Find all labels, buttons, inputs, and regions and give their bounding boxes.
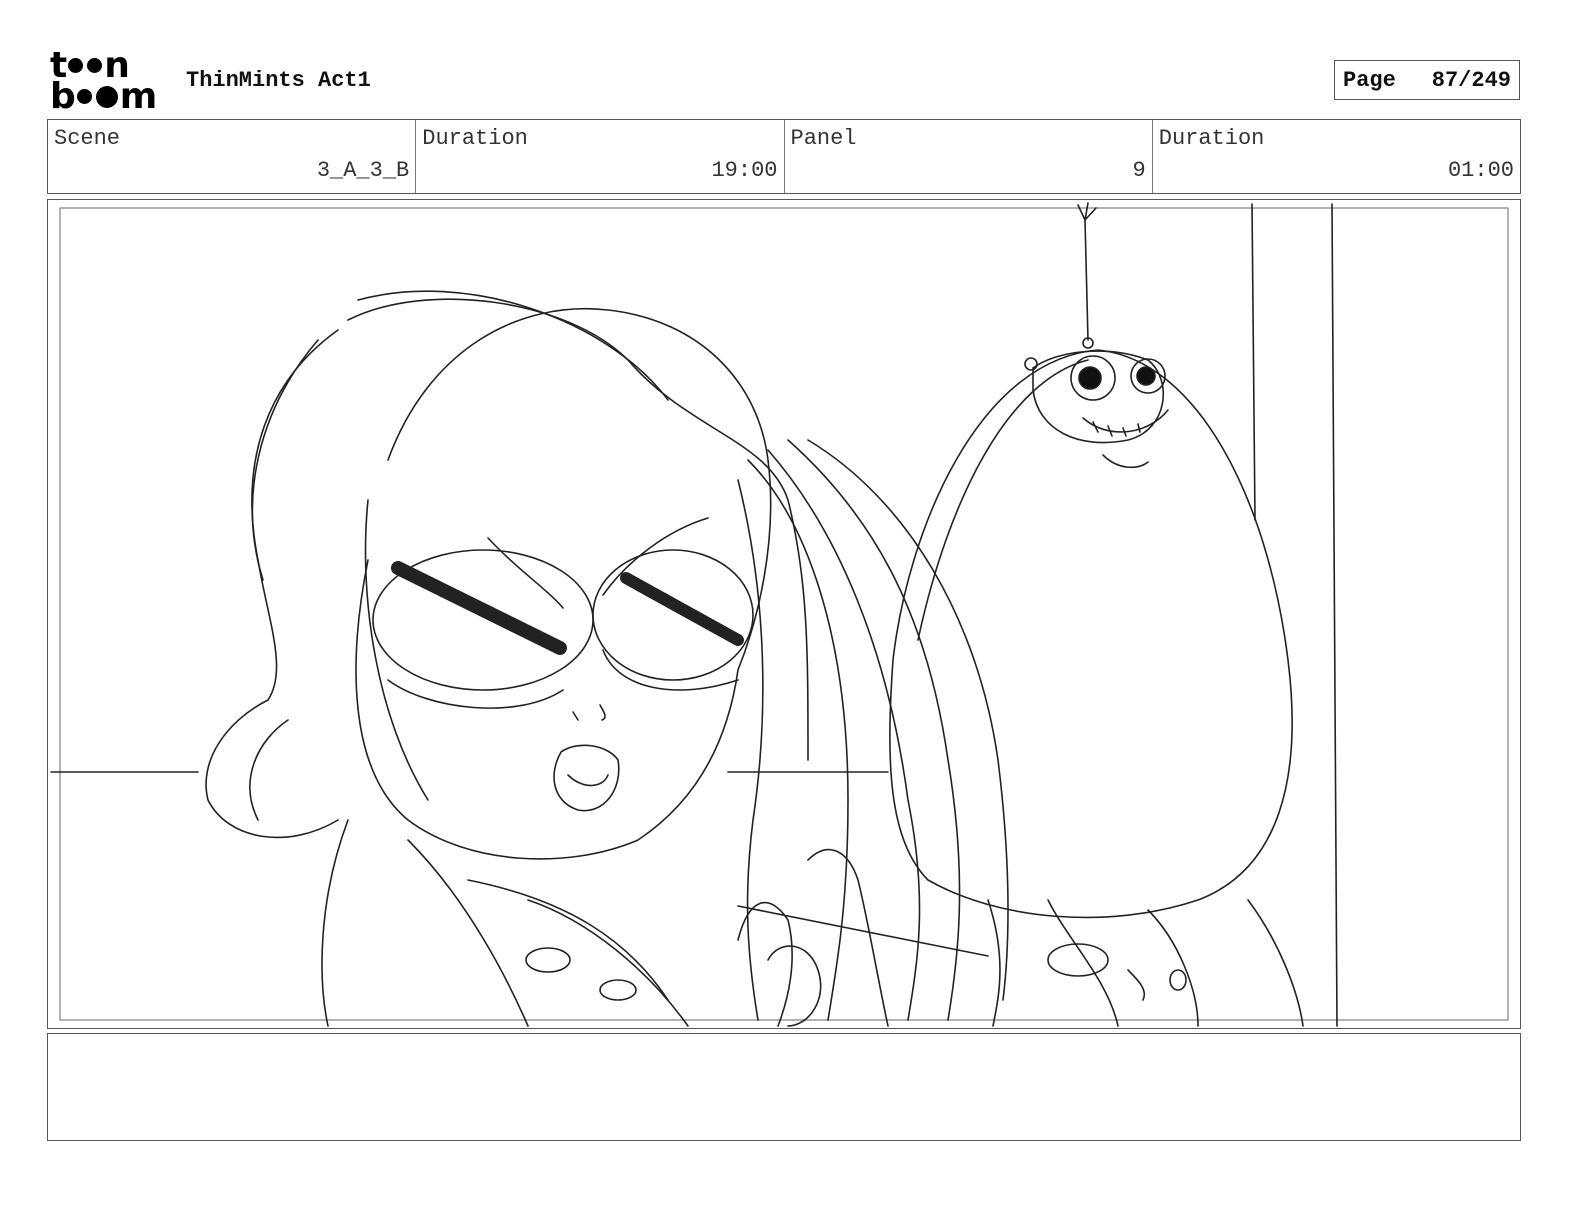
panel-info-bar: Scene 3_A_3_B Duration 19:00 Panel 9 Dur… — [47, 119, 1521, 194]
scene-duration-label: Duration — [422, 126, 528, 151]
panel-notes-box — [47, 1033, 1521, 1141]
panel-cell: Panel 9 — [785, 120, 1153, 193]
page-label: Page — [1343, 67, 1396, 93]
panel-value: 9 — [1132, 158, 1146, 183]
egg-creature-sketch — [889, 202, 1304, 1027]
scene-value: 3_A_3_B — [316, 158, 410, 183]
storyboard-frame — [47, 199, 1521, 1029]
project-title: ThinMints Act1 — [186, 68, 371, 93]
page-number: 87/249 — [1431, 67, 1511, 93]
scene-cell: Scene 3_A_3_B — [48, 120, 417, 193]
safe-area-frame — [59, 207, 1509, 1021]
vertical-guide-2 — [1331, 203, 1338, 1027]
vertical-guide-1 — [1251, 203, 1256, 521]
scene-duration-value: 19:00 — [711, 158, 778, 183]
toonboom-logo: t n b m — [50, 45, 157, 117]
scene-duration-cell: Duration 19:00 — [416, 120, 785, 193]
storyboard-sketch — [50, 202, 1509, 1027]
panel-duration-value: 01:00 — [1447, 158, 1514, 183]
page-indicator: Page 87/249 — [1334, 60, 1520, 100]
girl-sketch — [205, 290, 1009, 1027]
panel-label: Panel — [790, 126, 857, 151]
panel-duration-label: Duration — [1158, 126, 1265, 151]
scene-label: Scene — [54, 126, 121, 151]
panel-duration-cell: Duration 01:00 — [1153, 120, 1520, 193]
